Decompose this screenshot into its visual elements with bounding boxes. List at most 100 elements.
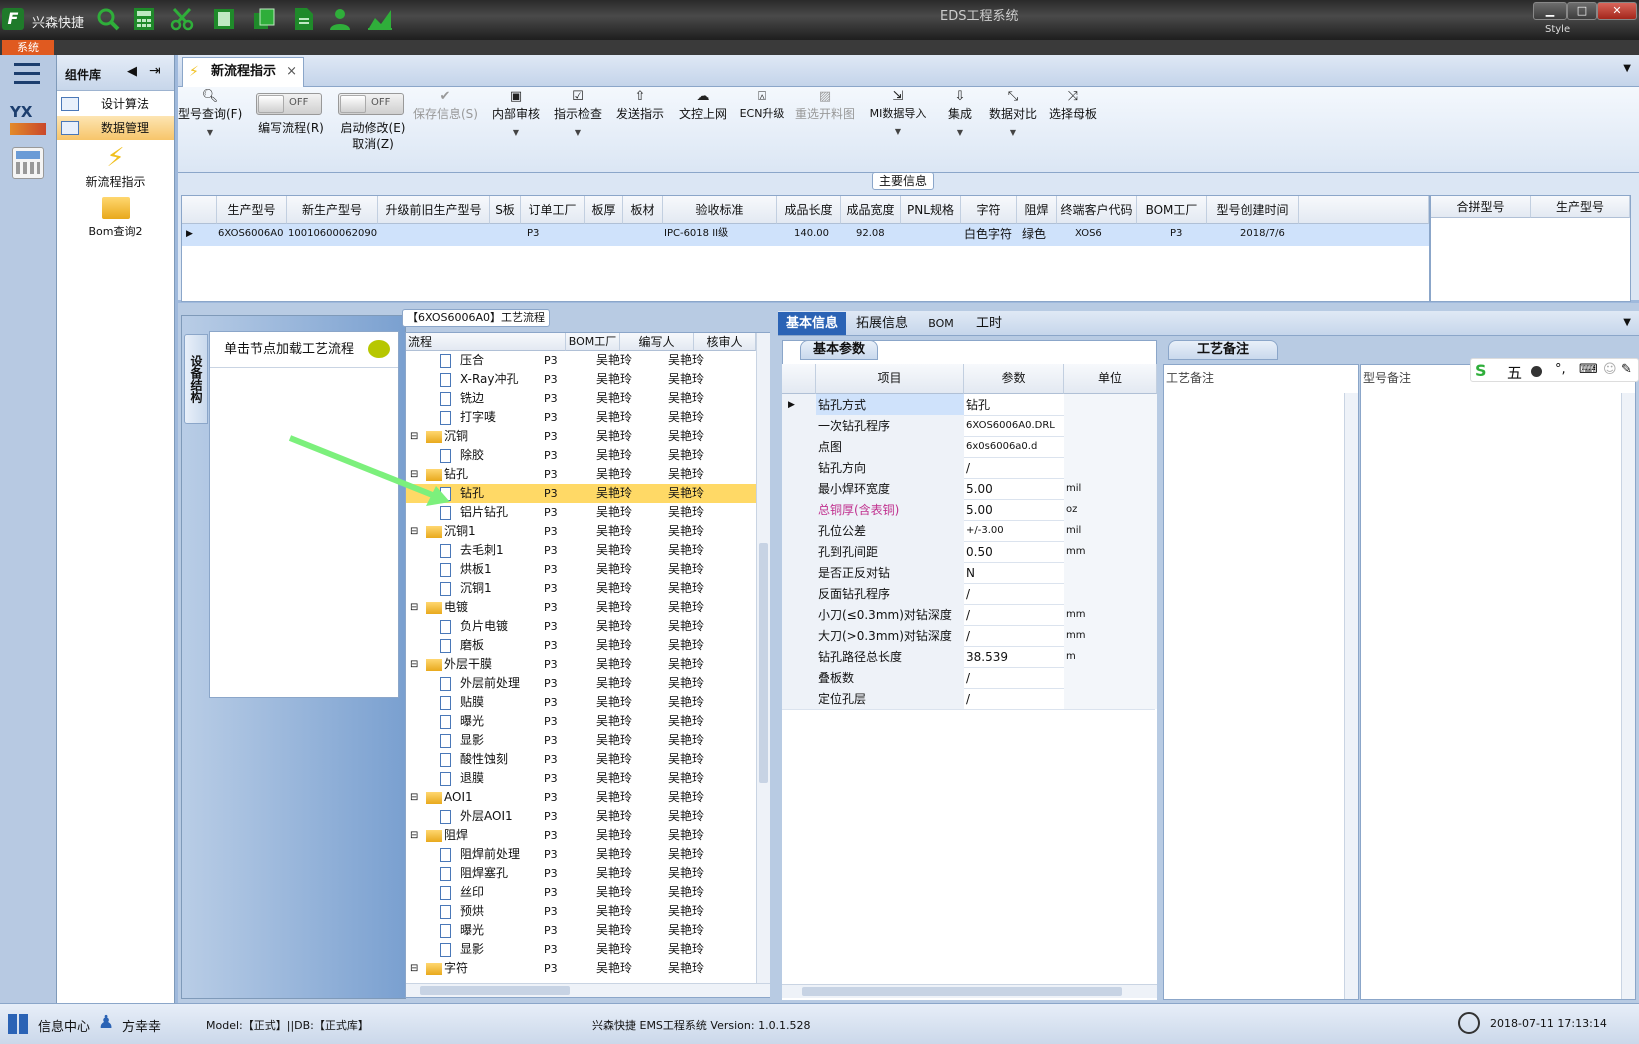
process-row[interactable]: ⊟ AOI1 P3 吴艳玲 吴艳玲 [406, 788, 756, 807]
document-icon[interactable] [290, 6, 318, 32]
param-row[interactable]: 孔到孔间距 0.50 mm [782, 541, 1157, 563]
collapse-left-icon[interactable]: ◀ [127, 64, 137, 79]
param-row[interactable]: 最小焊环宽度 5.00 mil [782, 478, 1157, 500]
scroll-thumb[interactable] [420, 986, 570, 995]
tab-work-hours[interactable]: 工时 [966, 312, 1012, 335]
calculator-app-icon[interactable] [12, 147, 44, 179]
param-value[interactable]: N [966, 562, 1062, 584]
model-query-button[interactable]: 🔍︎ 型号查询(F) ▼ [178, 89, 242, 137]
maximize-button[interactable]: □ [1567, 2, 1597, 20]
tab-equipment-structure[interactable]: 设备结构 [184, 334, 208, 424]
process-row[interactable]: X-Ray冲孔 P3 吴艳玲 吴艳玲 [406, 370, 756, 389]
scroll-thumb[interactable] [802, 987, 1122, 996]
tab-new-process-instruction[interactable]: ⚡ 新流程指示 × [182, 57, 304, 87]
process-row[interactable]: 贴膜 P3 吴艳玲 吴艳玲 [406, 693, 756, 712]
new-process-instruction-item[interactable]: ⚡ 新流程指示 [57, 143, 174, 190]
cell[interactable]: P3 [527, 224, 539, 244]
dropdown-arrow-icon[interactable]: ▼ [864, 127, 932, 136]
table-row[interactable]: ▶ 6XOS6006A0 10010600062090 P3 IPC-6018 … [182, 224, 1429, 246]
param-value[interactable]: / [966, 457, 1062, 479]
process-row[interactable]: 酸性蚀刻 P3 吴艳玲 吴艳玲 [406, 750, 756, 769]
param-value[interactable]: 0.50 [966, 541, 1062, 563]
cell[interactable]: 92.08 [856, 224, 885, 244]
process-row[interactable]: ⊟ 阻焊 P3 吴艳玲 吴艳玲 [406, 826, 756, 845]
param-value[interactable]: 6x0s6006a0.d [966, 436, 1062, 458]
column-header[interactable]: 终端客户代码 [1057, 196, 1137, 224]
process-row[interactable]: 退膜 P3 吴艳玲 吴艳玲 [406, 769, 756, 788]
param-row[interactable]: 大刀(>0.3mm)对钻深度 / mm [782, 625, 1157, 647]
tab-menu-chevron-icon[interactable]: ▼ [1623, 63, 1631, 74]
integrate-button[interactable]: ⇩ 集成 ▼ [940, 89, 980, 137]
close-button[interactable]: ✕ [1597, 2, 1637, 20]
write-flow-toggle[interactable]: OFF [256, 93, 322, 115]
dropdown-arrow-icon[interactable]: ▼ [986, 128, 1040, 137]
column-header[interactable]: 验收标准 [663, 196, 777, 224]
tab-bom[interactable]: BOM [918, 312, 964, 335]
close-tab-icon[interactable]: × [286, 58, 297, 86]
internal-review-button[interactable]: ▣ 内部审核 ▼ [488, 89, 544, 137]
column-header[interactable]: 字符 [961, 196, 1017, 224]
process-row[interactable]: 烘板1 P3 吴艳玲 吴艳玲 [406, 560, 756, 579]
save-info-button[interactable]: ✔ 保存信息(S) [413, 89, 478, 122]
info-center-label[interactable]: 信息中心 [38, 1016, 90, 1035]
copy-icon[interactable] [250, 6, 278, 32]
dropdown-arrow-icon[interactable]: ▼ [550, 128, 606, 137]
process-row[interactable]: 曝光 P3 吴艳玲 吴艳玲 [406, 921, 756, 940]
process-row[interactable]: 磨板 P3 吴艳玲 吴艳玲 [406, 636, 756, 655]
process-row[interactable]: 阻焊前处理 P3 吴艳玲 吴艳玲 [406, 845, 756, 864]
column-header[interactable]: 流程 [406, 333, 566, 351]
vertical-scrollbar[interactable] [1344, 393, 1358, 999]
column-header[interactable]: 生产型号 [217, 196, 287, 224]
param-value[interactable]: 6XOS6006A0.DRL [966, 415, 1062, 437]
column-header[interactable]: S板 [490, 196, 521, 224]
column-header[interactable]: 升级前旧生产型号 [378, 196, 490, 224]
vertical-scrollbar[interactable] [756, 333, 770, 983]
ecn-upgrade-button[interactable]: ⍓ ECN升级 [736, 89, 788, 121]
mi-data-import-button[interactable]: ⇲ MI数据导入 ▼ [864, 89, 932, 136]
column-header[interactable]: PNL规格 [901, 196, 961, 224]
collapse-icon[interactable]: ⊟ [410, 522, 418, 541]
process-notes-box[interactable]: 工艺备注 [1163, 364, 1359, 1000]
data-compare-button[interactable]: ⤡ 数据对比 ▼ [986, 89, 1040, 137]
column-header[interactable]: 成品长度 [777, 196, 841, 224]
process-row[interactable]: ⊟ 电镀 P3 吴艳玲 吴艳玲 [406, 598, 756, 617]
column-header[interactable]: 参数 [964, 364, 1064, 394]
hamburger-menu-icon[interactable] [14, 63, 40, 85]
cell[interactable]: IPC-6018 II级 [664, 224, 728, 244]
column-header[interactable]: 项目 [816, 364, 964, 394]
film-icon[interactable] [210, 6, 238, 32]
collapse-icon[interactable]: ⊟ [410, 788, 418, 807]
system-menu[interactable]: 系统 [2, 40, 54, 55]
collapse-icon[interactable]: ⊟ [410, 826, 418, 845]
select-mother-board-button[interactable]: ⤨ 选择母板 [1046, 89, 1100, 122]
chevron-down-icon[interactable]: ▼ [1623, 317, 1631, 328]
yx-factory-icon[interactable]: YX [10, 103, 46, 137]
cancel-modify-label[interactable]: 取消(Z) [332, 135, 414, 152]
cell[interactable]: 2018/7/6 [1240, 224, 1285, 244]
collapse-icon[interactable]: ⊟ [410, 598, 418, 617]
scissors-icon[interactable] [168, 6, 196, 32]
param-row[interactable]: 一次钻孔程序 6XOS6006A0.DRL [782, 415, 1157, 437]
horizontal-scrollbar[interactable] [782, 984, 1157, 998]
doc-control-online-button[interactable]: ☁ 文控上网 [674, 89, 732, 122]
process-row[interactable]: 预烘 P3 吴艳玲 吴艳玲 [406, 902, 756, 921]
calculator-icon[interactable] [130, 6, 158, 32]
param-value[interactable]: 钻孔 [966, 394, 1062, 416]
param-row[interactable]: 总铜厚(含表铜) 5.00 oz [782, 499, 1157, 521]
column-header[interactable]: BOM工厂 [1137, 196, 1207, 224]
param-value[interactable]: / [966, 625, 1062, 647]
param-value[interactable]: +/-3.00 [966, 520, 1062, 542]
process-row[interactable]: ⊟ 沉铜1 P3 吴艳玲 吴艳玲 [406, 522, 756, 541]
library-item-design-algorithm[interactable]: 设计算法 [57, 92, 174, 116]
column-header[interactable]: 板厚 [585, 196, 623, 224]
instruction-check-button[interactable]: ☑ 指示检查 ▼ [550, 89, 606, 137]
param-row[interactable]: 钻孔方向 / [782, 457, 1157, 479]
column-header[interactable]: 成品宽度 [841, 196, 901, 224]
param-row[interactable]: 小刀(≤0.3mm)对钻深度 / mm [782, 604, 1157, 626]
cell[interactable]: 140.00 [794, 224, 829, 244]
cell[interactable]: XOS6 [1075, 224, 1102, 244]
cell[interactable]: P3 [1170, 224, 1182, 244]
param-value[interactable]: / [966, 688, 1062, 710]
column-header[interactable]: 型号创建时间 [1207, 196, 1299, 224]
process-row[interactable]: 去毛刺1 P3 吴艳玲 吴艳玲 [406, 541, 756, 560]
